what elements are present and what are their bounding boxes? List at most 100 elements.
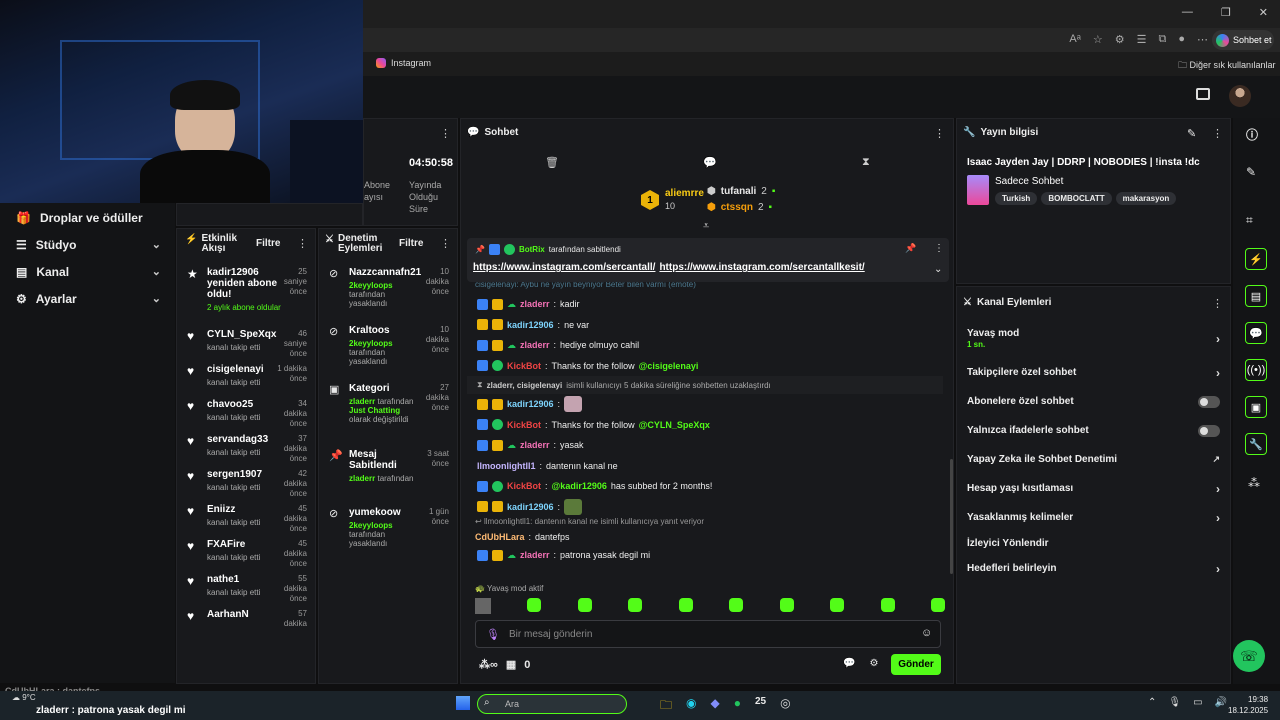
emote-icon[interactable] (830, 598, 845, 612)
banned-words-row[interactable]: Yasaklanmış kelimeler › (957, 503, 1230, 532)
collapse-icon[interactable]: ⩡ (703, 220, 709, 233)
activity-item[interactable]: ♥ servandag33 kanalı takip etti 37 dakika ö… (187, 434, 307, 463)
rail-notes-icon[interactable]: ▤ (1245, 285, 1267, 307)
maximize-button[interactable]: ❐ (1221, 6, 1231, 19)
account-age-row[interactable]: Hesap yaşı kısıtlaması › (957, 474, 1230, 503)
activity-item[interactable]: ♥ chavoo25 kanalı takip etti 34 dakika önce (187, 399, 307, 428)
chat-input[interactable]: 🎙 Bir mesaj gönderin ☺ (475, 620, 941, 648)
close-button[interactable]: ✕ (1259, 6, 1268, 19)
activity-item[interactable]: ♥ cisigelenayi kanalı takip etti 1 dakika ö… (187, 364, 307, 391)
unpin-icon[interactable]: 📌 (905, 243, 916, 254)
chat-message[interactable]: ☁ zladerr: patrona yasak degil mi (467, 545, 943, 566)
sidebar-item-settings[interactable]: ⚙ Ayarlar ⌄ (0, 285, 175, 312)
activity-item[interactable]: ♥ nathe1 kanalı takip etti 55 dakika önce (187, 574, 307, 603)
chat-username[interactable]: KickBot (507, 420, 541, 430)
chat-message[interactable]: kadir12906: (467, 497, 943, 518)
chat-username[interactable]: KickBot (507, 481, 541, 491)
more-options-icon[interactable]: ⋮ (934, 127, 945, 140)
chat-username[interactable]: zladerr (520, 440, 550, 450)
favorites-icon[interactable]: ☰ (1137, 33, 1147, 46)
channel-points-icon[interactable]: ⁂∞ (479, 658, 498, 671)
chat-message[interactable]: ☁ zladerr: hediye olmuyo cahil (467, 335, 943, 356)
help-bubble-icon[interactable]: ☏ (1233, 640, 1265, 672)
rail-broadcast-icon[interactable]: ((•)) (1245, 359, 1267, 381)
moderation-item[interactable]: ▣ Kategori zladerr tarafından Just Chattin… (329, 383, 449, 441)
chevron-down-icon[interactable]: ⌄ (934, 264, 942, 275)
sidebar-item-drops[interactable]: 🎁 Droplar ve ödüller (0, 204, 175, 231)
emote-icon[interactable] (527, 598, 542, 612)
moderation-item[interactable]: 📌 Mesaj Sabitlendi zladerr tarafından 3 saa… (329, 449, 449, 499)
activity-item[interactable]: ♥ Eniizz kanalı takip etti 45 dakika önce (187, 504, 307, 533)
emote-icon[interactable] (577, 598, 592, 612)
trash-icon[interactable]: 🗑 (545, 156, 559, 169)
chat-message[interactable]: CdUbHLara: dantefps (467, 529, 943, 545)
weather-widget[interactable]: ☁ 9°C (12, 693, 36, 702)
rail-mod-icon[interactable]: ▣ (1245, 396, 1267, 418)
hourglass-icon[interactable]: ⧗ (862, 156, 870, 169)
subs-only-toggle[interactable] (1198, 395, 1220, 408)
chevron-up-icon[interactable]: ⌃ (1148, 697, 1156, 708)
chat-icon[interactable]: 💬 (703, 156, 717, 169)
moderation-item[interactable]: ⊘ yumekoow 2keyyloops tarafından yasakland… (329, 507, 449, 557)
sidebar-item-studio[interactable]: ☰ Stüdyo ⌄ (0, 231, 175, 258)
pinned-link-1[interactable]: https://www.instagram.com/sercantall/ (473, 262, 655, 273)
activity-item[interactable]: ♥ CYLN_SpeXqx kanalı takip etti 46 saniye ö… (187, 329, 307, 358)
pinned-link-2[interactable]: https://www.instagram.com/sercantallkesi… (659, 262, 864, 273)
chat-username[interactable]: kadir12906 (507, 502, 554, 512)
pencil-icon[interactable]: ✎ (1246, 165, 1256, 179)
favorite-star-icon[interactable]: ☆ (1093, 33, 1103, 46)
moderation-item[interactable]: ⊘ Nazzcannafn21 2keyyloops tarafından yasa… (329, 267, 449, 317)
moderation-filter-button[interactable]: Filtre (399, 238, 423, 249)
emote-only-row[interactable]: Yalnızca ifadelerle sohbet (957, 416, 1230, 445)
read-aloud-icon[interactable]: Aᵃ (1069, 33, 1080, 46)
subs-only-row[interactable]: Abonelere özel sohbet (957, 387, 1230, 416)
store-icon[interactable]: ▦ (506, 658, 516, 671)
chat-scrollbar[interactable] (950, 459, 953, 574)
file-explorer-icon[interactable]: 🗀 (660, 696, 672, 717)
rail-bolt-icon[interactable]: ⚡ (1245, 248, 1267, 270)
favorite-other-folder[interactable]: 🗀 Diğer sık kullanılanlar (1178, 58, 1276, 74)
more-options-icon[interactable]: ⋮ (934, 243, 944, 254)
edge-icon[interactable]: ◉ (686, 696, 696, 717)
emote-only-toggle[interactable] (1198, 424, 1220, 437)
emote-icon[interactable] (628, 598, 643, 612)
followers-only-row[interactable]: Takipçilere özel sohbet › (957, 358, 1230, 387)
extensions-icon[interactable]: ⚙ (1115, 33, 1125, 46)
send-button[interactable]: Gönder (891, 654, 941, 675)
app-badge-icon[interactable]: 25 (755, 696, 766, 717)
profile-avatar[interactable]: ● (1178, 33, 1185, 46)
more-options-icon[interactable]: ⋮ (440, 237, 451, 250)
viewer-redirect-row[interactable]: İzleyici Yönlendir (957, 532, 1230, 554)
microphone-icon[interactable]: 🎙 (486, 628, 500, 641)
emote-icon[interactable] (475, 598, 491, 614)
ai-moderation-row[interactable]: Yapay Zeka ile Sohbet Denetimi ↗ (957, 445, 1230, 474)
user-avatar[interactable] (1229, 85, 1251, 107)
obs-icon[interactable]: ◎ (780, 696, 790, 717)
start-button[interactable] (456, 696, 470, 710)
sidebar-item-channel[interactable]: ▤ Kanal ⌄ (0, 258, 175, 285)
activity-item[interactable]: ♥ AarhanN 57 dakika (187, 609, 307, 636)
activity-item[interactable]: ♥ sergen1907 kanalı takip etti 42 dakika ön… (187, 469, 307, 498)
chat-message[interactable]: ☁ zladerr: kadir (467, 294, 943, 315)
emote-icon[interactable] (779, 598, 794, 612)
minimize-button[interactable]: — (1182, 6, 1193, 19)
chat-message[interactable]: KickBot: @kadir12906 has subbed for 2 mont… (467, 476, 943, 497)
chat-message[interactable]: KickBot: Thanks for the follow @cisigelena… (467, 356, 943, 377)
emoji-icon[interactable]: ☺ (921, 627, 932, 639)
screenshot-icon[interactable]: ⌗ (1246, 213, 1253, 228)
chat-bubble-icon[interactable]: 💬 (843, 658, 855, 669)
more-options-icon[interactable]: ⋮ (1212, 297, 1223, 310)
rail-more-icon[interactable]: ⁂ (1248, 476, 1260, 490)
more-icon[interactable]: ⋯ (1197, 33, 1208, 46)
more-options-icon[interactable]: ⋮ (440, 127, 451, 140)
edit-icon[interactable]: ✎ (1187, 127, 1196, 140)
more-options-icon[interactable]: ⋮ (1212, 127, 1223, 140)
emote-icon[interactable] (880, 598, 895, 612)
info-icon[interactable]: ⓘ (1246, 126, 1258, 143)
spotify-icon[interactable]: ● (734, 696, 741, 717)
chat-message[interactable]: KickBot: Thanks for the follow @CYLN_SpeXq… (467, 415, 943, 436)
rail-wrench-icon[interactable]: 🔧 (1245, 433, 1267, 455)
slow-mode-row[interactable]: Yavaş mod 1 sn. › (957, 320, 1230, 358)
set-goals-row[interactable]: Hedefleri belirleyin › (957, 554, 1230, 583)
favorite-instagram[interactable]: Instagram (376, 58, 431, 68)
